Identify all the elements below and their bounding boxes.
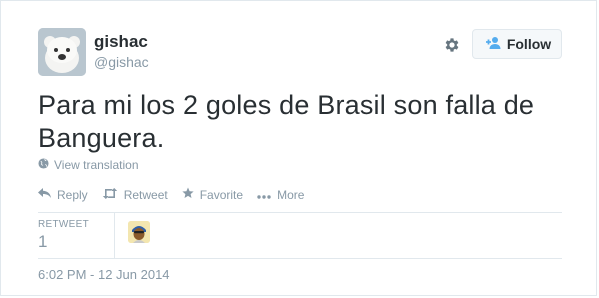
add-person-icon: [483, 36, 507, 53]
more-button[interactable]: More: [257, 188, 304, 202]
more-dots-icon: [257, 188, 277, 202]
divider: [38, 212, 562, 213]
globe-icon: [38, 158, 54, 172]
divider: [38, 258, 562, 259]
view-translation-link[interactable]: View translation: [38, 158, 139, 172]
tweet-text: Para mi los 2 goles de Brasil son falla …: [38, 90, 535, 153]
view-translation-label: View translation: [54, 158, 139, 172]
retweet-icon: [102, 187, 124, 202]
favorite-button[interactable]: Favorite: [182, 187, 243, 202]
reply-label: Reply: [57, 187, 88, 202]
follow-button-label: Follow: [506, 36, 552, 52]
user-handle[interactable]: @gishac: [94, 54, 149, 70]
follow-button[interactable]: Follow: [472, 29, 562, 59]
retweet-button[interactable]: Retweet: [102, 187, 168, 202]
retweet-stat-label: RETWEET: [38, 219, 89, 230]
tweet-actions: Reply Retweet Favorite More: [38, 187, 318, 202]
tweet-timestamp[interactable]: 6:02 PM - 12 Jun 2014: [38, 267, 170, 282]
tweet-card: gishac @gishac Follow Para mi los 2 gole…: [0, 0, 597, 296]
stats-divider: [114, 213, 115, 258]
user-fullname[interactable]: gishac: [94, 32, 148, 52]
retweeter-avatar[interactable]: [128, 221, 150, 243]
reply-icon: [38, 187, 57, 202]
more-label: More: [277, 187, 305, 202]
reply-button[interactable]: Reply: [38, 187, 88, 202]
favorite-label: Favorite: [199, 187, 244, 202]
user-avatar[interactable]: [38, 28, 86, 76]
star-icon: [182, 187, 200, 202]
retweet-label: Retweet: [123, 187, 168, 202]
retweet-stat-count[interactable]: 1: [38, 232, 47, 252]
gear-icon[interactable]: [439, 34, 465, 56]
